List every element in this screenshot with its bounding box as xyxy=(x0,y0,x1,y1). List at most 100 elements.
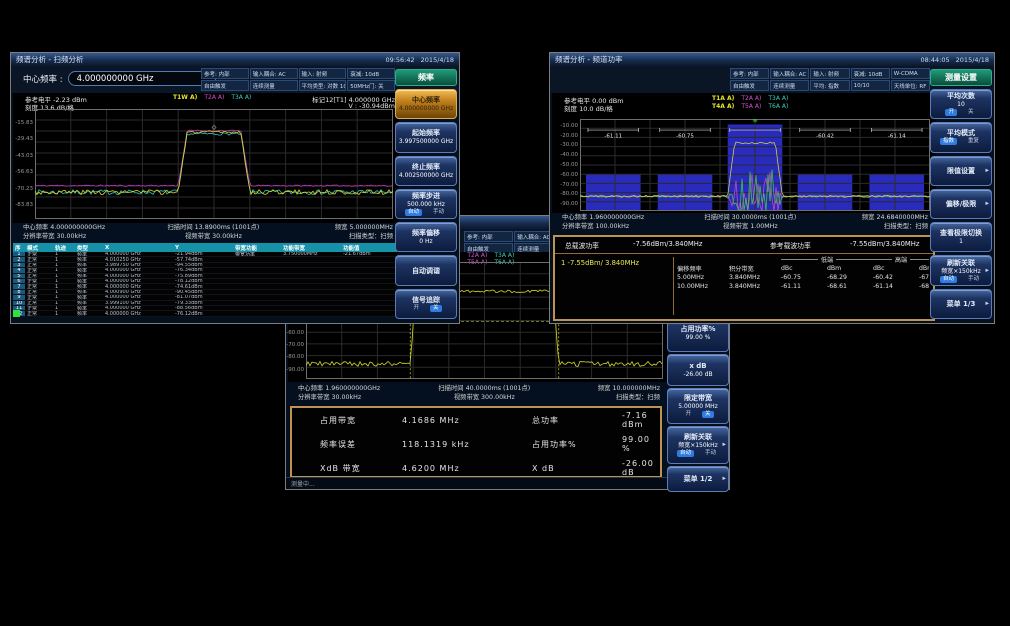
trace-labels: T1W A) T2A A) T3A A) xyxy=(173,94,251,101)
marker-table-cell: 4.000000 GHz xyxy=(103,311,173,316)
softkey-label: 查看极限切换 xyxy=(940,229,982,237)
softkey-1[interactable]: 起始频率3.997500000 GHz xyxy=(395,122,457,152)
status-grid: 参考: 内部输入耦合: AC输入: 射频衰减: 10dBW-CDMA自由触发连续… xyxy=(730,68,930,91)
status-cell: 输入耦合: AC xyxy=(770,68,809,79)
status-cell: 参考: 内部 xyxy=(464,231,513,242)
submenu-arrow-icon: ▶ xyxy=(723,443,726,448)
zone-power-label: -61.11 xyxy=(604,133,622,139)
toggle-option[interactable]: 开 xyxy=(945,109,957,116)
softkey-5[interactable]: 自动调谐 xyxy=(395,255,457,285)
result-value: 118.1319 kHz xyxy=(402,440,532,449)
y-tick-label: -80.00 xyxy=(560,191,578,197)
softkey-0[interactable]: 平均次数10开关 xyxy=(930,89,992,119)
softkey-0[interactable]: 中心频率4.000000000 GHz xyxy=(395,89,457,119)
window-title: 频谱分析 - 频道功率 xyxy=(555,54,622,65)
offset-col-header: dBc xyxy=(873,264,919,273)
softkey-label: 自动调谐 xyxy=(412,267,440,275)
softkey-4[interactable]: 频率偏移0 Hz xyxy=(395,222,457,252)
toggle-option[interactable]: 手动 xyxy=(702,450,719,457)
y-tick-label: -50.00 xyxy=(560,162,578,168)
spectrum-chart: ◇ xyxy=(35,109,393,219)
zone-power-label: -60.75 xyxy=(676,133,694,139)
softkey-1[interactable]: x dB-26.00 dB xyxy=(667,354,729,386)
acpr-results-box: 总载波功率 -7.56dBm/3.840MHz 参考载波功率 -7.55dBm/… xyxy=(553,235,935,321)
marker-diamond-icon: ◇ xyxy=(212,124,217,131)
status-cell: 平均类型: 对数 100/100 xyxy=(299,80,347,91)
offset-result-cell: 3.840MHz xyxy=(729,273,781,282)
result-label: X dB xyxy=(532,464,622,473)
softkey-2[interactable]: 限定带宽5.00000 MHz开关 xyxy=(667,388,729,424)
menu-header: 测量设置 xyxy=(930,69,992,86)
softkey-label: 菜单 1/3 xyxy=(947,300,976,308)
submenu-arrow-icon: ▶ xyxy=(723,477,726,482)
toggle-option[interactable]: 关 xyxy=(702,411,714,418)
marker-table-cell xyxy=(281,311,341,316)
status-cell: 输入耦合: AC xyxy=(250,68,298,79)
marker-table-cell: 频率 xyxy=(75,311,103,316)
toggle-option[interactable]: 指数 xyxy=(940,138,957,145)
toggle-option[interactable]: 开 xyxy=(682,411,694,418)
softkey-6[interactable]: 信号追踪开关 xyxy=(395,289,457,319)
softkey-toggle: 指数 重复 xyxy=(940,138,982,145)
toggle-option[interactable]: 开 xyxy=(410,305,422,312)
ref-power-value: -7.55dBm/3.840MHz xyxy=(850,240,919,248)
toggle-option[interactable]: 重复 xyxy=(965,138,982,145)
y-tick-label: -15.83 xyxy=(15,120,33,126)
result-label: 占用功率% xyxy=(532,439,622,450)
softkey-2[interactable]: 终止频率4.002500000 GHz xyxy=(395,156,457,186)
spectrum-display: 参考电平 -2.23 dBm 刻度 13.6 dB/格 T1W A) T2A A… xyxy=(13,93,399,223)
softkey-toggle: 开关 xyxy=(682,411,713,418)
marker-table-header: 轨迹 xyxy=(53,243,75,252)
toggle-option[interactable]: 手动 xyxy=(430,209,447,216)
y-tick-label: -83.83 xyxy=(15,202,33,208)
softkey-1[interactable]: 平均模式指数重复 xyxy=(930,122,992,152)
softkey-2[interactable]: 限值设置▶ xyxy=(930,156,992,186)
toggle-option[interactable]: 自动 xyxy=(405,209,422,216)
softkey-label: 刷新关联 xyxy=(947,259,975,267)
softkey-6[interactable]: 菜单 1/3▶ xyxy=(930,289,992,319)
softkey-label: 限值设置 xyxy=(947,167,975,175)
softkey-4[interactable]: 查看极限切换1 xyxy=(930,222,992,252)
softkey-label: 刷新关联 xyxy=(684,433,712,441)
toggle-option[interactable]: 关 xyxy=(965,109,977,116)
softkey-3[interactable]: 刷新关联频宽×150kHz自动 手动 ▶ xyxy=(667,426,729,464)
softkey-label: 菜单 1/2 xyxy=(684,475,713,483)
y-axis-labels: -10.00-20.00-30.00-40.00-50.00-60.00-70.… xyxy=(554,119,578,211)
submenu-arrow-icon: ▶ xyxy=(986,268,989,273)
y-tick-label: -70.23 xyxy=(15,186,33,192)
softkey-3[interactable]: 频率步进500.000 kHz自动手动 xyxy=(395,189,457,219)
group-low-label: 低端 xyxy=(781,255,873,264)
offset-result-cell: -67.95 xyxy=(919,273,929,282)
status-cell: 自由触发 xyxy=(201,80,249,91)
ref-power-label: 参考载波功率 xyxy=(770,240,811,250)
toggle-option[interactable]: 自动 xyxy=(940,276,957,283)
offset-col-header: dBm xyxy=(919,264,929,273)
softkey-5[interactable]: 刷新关联频宽×150kHz自动手动▶ xyxy=(930,255,992,285)
status-cell: 输入: 射频 xyxy=(299,68,347,79)
softkey-value: 4.000000000 GHz xyxy=(399,105,453,112)
titlebar[interactable]: 频谱分析 - 频道功率 08:44:05 2015/4/18 xyxy=(550,53,994,66)
softkey-label: 起始频率 xyxy=(412,129,440,137)
toggle-option[interactable]: 关 xyxy=(430,305,442,312)
softkey-toggle: 开关 xyxy=(410,305,441,312)
result-label: 占用带宽 xyxy=(320,415,402,426)
titlebar[interactable]: 频谱分析 - 扫频分析 09:56:42 2015/4/18 xyxy=(11,53,459,66)
toggle-option[interactable]: 手动 xyxy=(965,276,982,283)
toggle-option[interactable]: 自动 xyxy=(677,450,694,457)
offset-result-cell: 10.00MHz xyxy=(677,282,729,291)
marker-table-cell: 正常 xyxy=(25,311,53,316)
scale-readout: 刻度 10.0 dB/格 xyxy=(564,103,613,113)
carrier-power-readouts: 总载波功率 -7.56dBm/3.840MHz 参考载波功率 -7.55dBm/… xyxy=(555,237,933,254)
softkey-4[interactable]: 菜单 1/2 ▶ xyxy=(667,466,729,492)
softkey-value: 频宽×150kHz xyxy=(678,442,718,449)
y-tick-label: -43.03 xyxy=(15,153,33,159)
offset-result-cell: -60.75 xyxy=(781,273,827,282)
softkey-label: 平均次数 xyxy=(947,92,975,100)
offset-result-cell: 3.840MHz xyxy=(729,282,781,291)
offset-results-table: 低端高端偏移频率积分带宽dBcdBmdBcdBm5.00MHz3.840MHz-… xyxy=(677,255,929,317)
softkey-value: 5.00000 MHz xyxy=(678,403,718,410)
softkey-3[interactable]: 偏移/极限▶ xyxy=(930,189,992,219)
center-marker-icon: ✵ xyxy=(752,119,758,125)
center-frequency-input[interactable]: 4.000000000 GHz xyxy=(68,71,216,86)
menu-header: 频率 xyxy=(395,69,457,86)
